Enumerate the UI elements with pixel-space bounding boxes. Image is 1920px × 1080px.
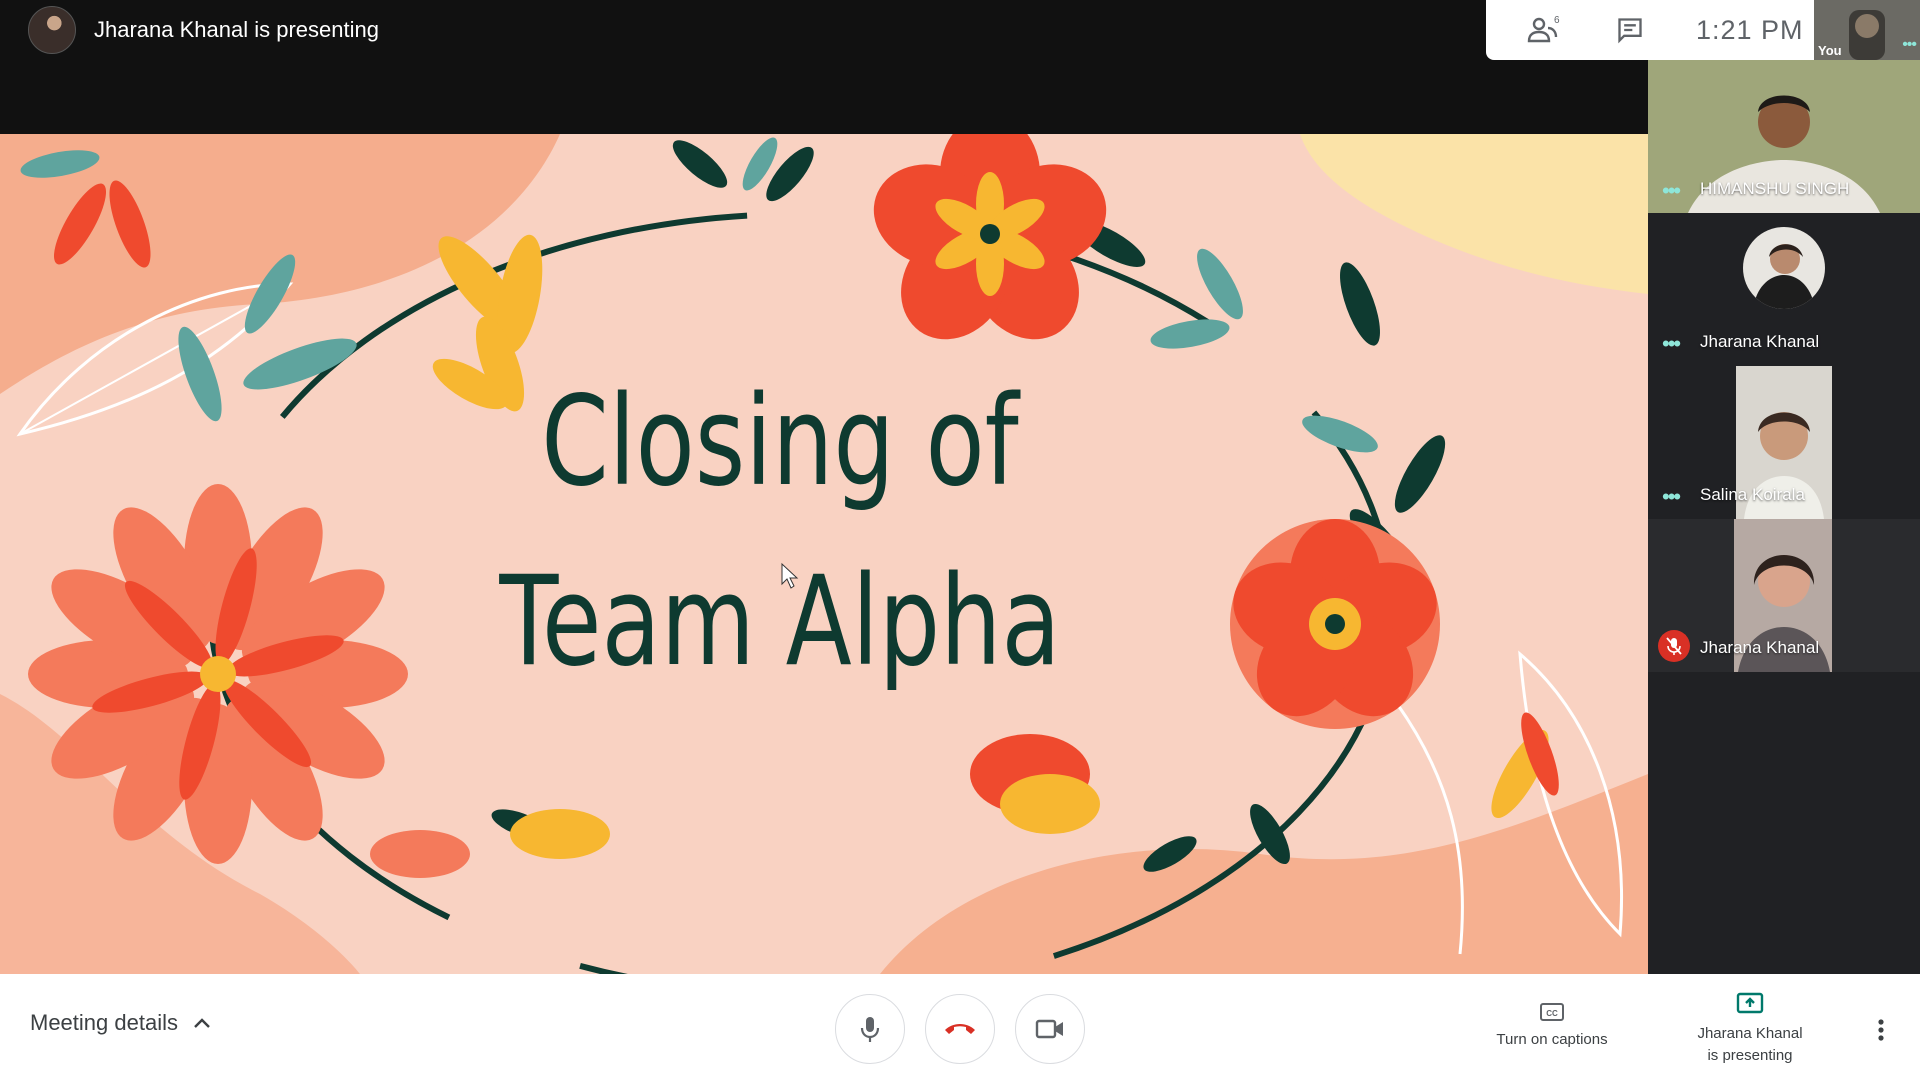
participant-avatar — [1743, 227, 1825, 309]
people-count: 6 — [1554, 15, 1560, 26]
shared-slide: Closing of Team Alpha — [0, 134, 1648, 974]
closed-captions-icon: CC — [1540, 1003, 1564, 1021]
more-vert-icon — [1878, 1019, 1884, 1041]
participant-name: Jharana Khanal — [1700, 332, 1820, 351]
chevron-up-icon — [194, 1018, 210, 1028]
presenter-bar: Jharana Khanal is presenting — [0, 0, 1648, 60]
participant-tile[interactable]: Jharana Khanal — [1648, 519, 1920, 672]
slide-artwork: Closing of Team Alpha — [0, 134, 1648, 974]
presentation-stage: Jharana Khanal is presenting Closing of … — [0, 0, 1648, 974]
captions-label: Turn on captions — [1496, 1031, 1608, 1048]
presenter-avatar — [28, 6, 76, 54]
bottom-control-bar: Meeting details CC Turn on captions Jhar… — [0, 974, 1920, 1080]
participant-name: HIMANSHU SINGH — [1700, 179, 1850, 198]
microphone-button[interactable] — [835, 994, 905, 1064]
participant-name: Jharana Khanal — [1700, 638, 1820, 657]
participant-tile[interactable]: ••• Jharana Khanal — [1648, 213, 1920, 366]
participant-muted-indicator — [1658, 630, 1690, 662]
leave-call-button[interactable] — [925, 994, 995, 1064]
self-more-icon[interactable]: ••• — [1902, 36, 1917, 54]
chat-button[interactable] — [1600, 0, 1660, 60]
participant-more-icon[interactable]: ••• — [1662, 333, 1681, 355]
presenting-status-button[interactable]: Jharana Khanal is presenting — [1680, 992, 1820, 1067]
presenter-status: Jharana Khanal is presenting — [94, 17, 379, 42]
self-label: You — [1818, 43, 1842, 58]
participant-more-icon[interactable]: ••• — [1662, 486, 1681, 508]
more-options-button[interactable] — [1866, 1010, 1896, 1050]
participant-tile[interactable]: ••• HIMANSHU SINGH — [1648, 60, 1920, 213]
people-button[interactable]: 6 — [1514, 0, 1574, 60]
meeting-details-label: Meeting details — [30, 1010, 178, 1035]
participant-tile[interactable]: ••• Salina Koirala — [1648, 366, 1920, 519]
slide-title-line1: Closing of — [541, 370, 1021, 514]
meeting-details-button[interactable]: Meeting details — [30, 1010, 212, 1036]
end-call-icon — [945, 1024, 975, 1034]
present-screen-icon — [1736, 992, 1764, 1014]
slide-title-line2: Team Alpha — [498, 550, 1060, 694]
mic-off-icon — [1666, 637, 1682, 655]
captions-button[interactable]: CC Turn on captions — [1482, 1002, 1622, 1051]
video-camera-icon — [1035, 1019, 1063, 1039]
presenting-label-line1: Jharana Khanal — [1697, 1025, 1803, 1042]
people-icon: 6 — [1527, 15, 1560, 43]
participant-more-icon[interactable]: ••• — [1662, 180, 1681, 202]
chat-icon — [1618, 18, 1642, 44]
top-right-panel: 6 1:21 PM — [1486, 0, 1814, 60]
participants-sidebar: ••• HIMANSHU SINGH ••• Jharana Khanal ••… — [1648, 60, 1920, 974]
clock-time: 1:21 PM — [1696, 14, 1804, 45]
self-video-tile[interactable]: You ••• — [1814, 0, 1920, 60]
microphone-icon — [860, 1017, 880, 1042]
camera-button[interactable] — [1015, 994, 1085, 1064]
svg-text:CC: CC — [1546, 1009, 1558, 1018]
presenting-label-line2: is presenting — [1707, 1047, 1793, 1064]
participant-name: Salina Koirala — [1700, 485, 1805, 504]
